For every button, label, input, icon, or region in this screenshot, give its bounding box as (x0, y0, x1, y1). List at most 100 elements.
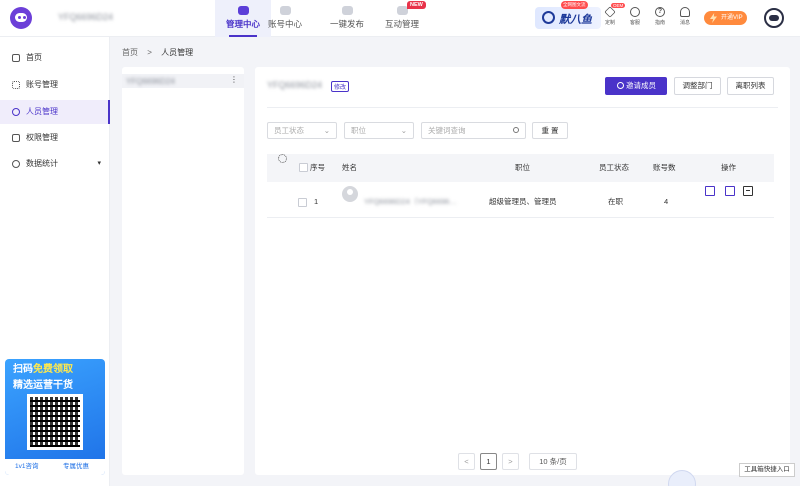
interaction-icon (396, 6, 408, 15)
home-icon (12, 54, 20, 62)
bell-icon (680, 7, 690, 17)
member-account-count: 4 (664, 197, 669, 206)
sidebar-item-label: 权限管理 (26, 133, 58, 142)
top-bar: YFQ6696D24 管理中心 账号中心 一键发布 互动管理 NEW 默八鱼 全… (0, 0, 800, 37)
custom-tool-button[interactable]: 定制 (600, 6, 620, 26)
sidebar-item-personnel-management[interactable]: 人员管理 (0, 100, 110, 124)
select-placeholder: 职位 (351, 126, 366, 135)
brand-name: 默八鱼 (559, 14, 592, 26)
pagination-prev-button[interactable]: < (458, 453, 475, 470)
remove-icon[interactable] (743, 186, 753, 196)
member-name: YFQ6696D24（YFQ6696… (364, 197, 457, 206)
grid-icon (12, 81, 20, 89)
page-size-select[interactable]: 10 条/页 (529, 453, 577, 470)
tool-badge: OEM (611, 3, 626, 8)
department-tree-panel: YFQ6696D24 ⋮ (122, 67, 244, 475)
org-name: YFQ6696D24 (58, 12, 114, 22)
main-panel: YFQ6696D24 修改 邀请成员 调整部门 离职列表 员工状态 ⌄ 职位 ⌄… (255, 67, 790, 475)
detail-icon[interactable] (725, 186, 735, 196)
toolbox-shortcut-button[interactable]: 工具箱快捷入口 (739, 463, 795, 477)
page-title: YFQ6696D24 (267, 80, 323, 90)
lock-icon (12, 134, 20, 142)
member-avatar (342, 186, 358, 202)
new-badge: NEW (407, 1, 426, 9)
pagination-next-button[interactable]: > (502, 453, 519, 470)
sidebar-item-home[interactable]: 首页 (0, 46, 110, 70)
breadcrumb-current: 人员管理 (161, 48, 194, 57)
sidebar-item-label: 账号管理 (26, 80, 58, 89)
select-all-checkbox[interactable] (299, 163, 308, 172)
search-placeholder: 关键词查询 (428, 126, 466, 135)
nav-account-center[interactable]: 账号中心 (256, 0, 314, 37)
resigned-list-button[interactable]: 离职列表 (727, 77, 774, 95)
brand-banner[interactable]: 默八鱼 (535, 7, 601, 29)
row-checkbox[interactable] (298, 198, 307, 207)
guide-button[interactable]: ? 指南 (650, 7, 670, 26)
tool-label: 客服 (629, 20, 640, 26)
breadcrumb-separator: > (147, 48, 152, 57)
account-center-icon (279, 6, 291, 15)
column-header-status: 员工状态 (599, 163, 629, 172)
tool-label: 定制 (604, 20, 615, 26)
edit-icon[interactable] (705, 186, 715, 196)
column-header-position: 职位 (515, 163, 530, 172)
employee-status-select[interactable]: 员工状态 ⌄ (267, 122, 337, 139)
search-icon[interactable] (513, 127, 519, 133)
nav-label: 管理中心 (225, 19, 260, 29)
chart-icon (12, 160, 20, 168)
column-header-accounts: 账号数 (653, 163, 676, 172)
sidebar-item-data-statistics[interactable]: 数据统计 ▾ (0, 152, 110, 176)
sidebar-item-label: 人员管理 (26, 107, 58, 116)
nav-label: 账号中心 (267, 19, 302, 29)
table-row: 1 YFQ6696D24（YFQ6696… 超级管理员、管理员 在职 4 (267, 186, 774, 218)
app-logo-icon[interactable] (10, 7, 32, 29)
column-header-name: 姓名 (342, 163, 357, 172)
offer-link[interactable]: 专属优惠 (63, 459, 89, 475)
keyword-search-input[interactable]: 关键词查询 (421, 122, 526, 139)
row-index: 1 (314, 197, 319, 206)
sidebar-item-permission-management[interactable]: 权限管理 (0, 126, 110, 150)
customer-service-button[interactable]: 客服 (625, 7, 645, 26)
member-status: 在职 (608, 197, 623, 206)
reset-button[interactable]: 重 置 (532, 122, 568, 139)
column-settings-icon[interactable] (278, 154, 287, 163)
vip-button[interactable]: 开通VIP (704, 11, 747, 25)
question-icon: ? (655, 7, 665, 17)
promo-line1: 扫码免费领取 (13, 364, 73, 376)
chevron-down-icon: ⌄ (323, 126, 330, 135)
promo-banner[interactable]: 扫码免费领取 精选运营干货 1v1咨询 专属优惠 (5, 359, 105, 475)
user-avatar[interactable] (764, 8, 784, 28)
more-options-icon[interactable]: ⋮ (230, 75, 238, 84)
messages-button[interactable]: 消息 (675, 7, 695, 26)
promo-line1-a: 扫码 (13, 364, 33, 375)
pagination-page-button[interactable]: 1 (480, 453, 497, 470)
sidebar-item-label: 首页 (26, 53, 42, 62)
management-center-icon (237, 6, 249, 15)
chevron-down-icon: ⌄ (400, 126, 407, 135)
breadcrumb: 首页 > 人员管理 (122, 47, 193, 58)
tool-label: 消息 (679, 20, 690, 26)
table-header: 序号 姓名 职位 员工状态 账号数 操作 (267, 154, 774, 182)
diamond-icon (604, 6, 616, 18)
nav-label: 互动管理 (384, 19, 419, 29)
nav-label: 一键发布 (329, 19, 364, 29)
column-header-index: 序号 (310, 163, 325, 172)
sidebar-item-account-management[interactable]: 账号管理 (0, 73, 110, 97)
adjust-department-button[interactable]: 调整部门 (674, 77, 721, 95)
publish-icon (341, 6, 353, 15)
select-placeholder: 员工状态 (274, 126, 304, 135)
promo-footer: 1v1咨询 专属优惠 (5, 459, 105, 475)
edit-title-button[interactable]: 修改 (331, 81, 350, 92)
promo-line2: 精选运营干货 (13, 380, 73, 391)
chevron-down-icon: ▾ (97, 160, 101, 167)
tool-label: 指南 (654, 20, 665, 26)
breadcrumb-home[interactable]: 首页 (122, 48, 138, 57)
consult-link[interactable]: 1v1咨询 (15, 459, 38, 475)
position-select[interactable]: 职位 ⌄ (344, 122, 414, 139)
invite-member-button[interactable]: 邀请成员 (605, 77, 667, 95)
department-name: YFQ6696D24 (126, 77, 175, 86)
headset-icon (630, 7, 640, 17)
department-tree-root[interactable]: YFQ6696D24 ⋮ (122, 74, 244, 88)
divider (267, 107, 778, 108)
nav-one-click-publish[interactable]: 一键发布 (318, 0, 376, 37)
